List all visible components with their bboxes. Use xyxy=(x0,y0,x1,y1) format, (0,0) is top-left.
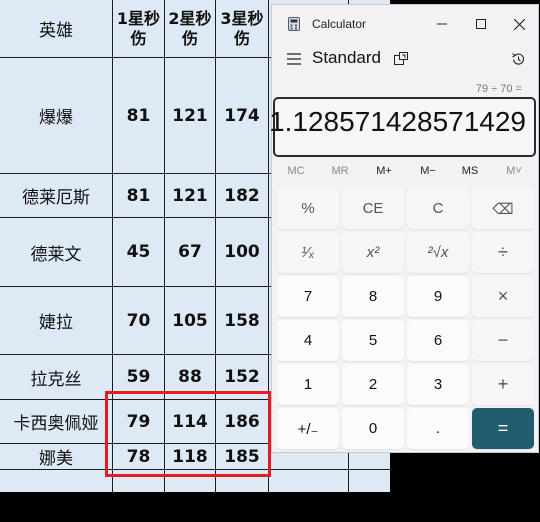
memory-clear-button[interactable]: MC xyxy=(276,165,316,177)
clear-entry-button[interactable]: CE xyxy=(342,188,404,229)
header-2star-dps[interactable]: 2星秒 伤 xyxy=(165,0,215,57)
dps-1star-cell[interactable]: 81 xyxy=(113,58,164,173)
negate-button[interactable]: +/₋ xyxy=(277,408,339,449)
reciprocal-button[interactable]: ¹⁄ₓ xyxy=(277,232,339,273)
hero-name-cell[interactable]: 德莱文 xyxy=(0,218,112,286)
expression-display: 79 ÷ 70 = xyxy=(475,83,522,95)
equals-button[interactable]: = xyxy=(472,408,534,449)
mode-title: Standard xyxy=(312,48,381,67)
memory-recall-button[interactable]: MR xyxy=(320,165,360,177)
grid-line xyxy=(268,0,269,492)
digit-3-button[interactable]: 3 xyxy=(407,364,469,405)
digit-5-button[interactable]: 5 xyxy=(342,320,404,361)
hero-name-cell[interactable]: 德莱厄斯 xyxy=(0,174,112,217)
divide-button[interactable]: ÷ xyxy=(472,232,534,273)
digit-1-button[interactable]: 1 xyxy=(277,364,339,405)
dps-1star-cell[interactable]: 70 xyxy=(113,287,164,354)
keep-on-top-icon xyxy=(394,52,408,65)
minimize-icon xyxy=(437,23,447,25)
header-1star-dps[interactable]: 1星秒 伤 xyxy=(113,0,164,57)
dps-2star-cell[interactable]: 88 xyxy=(165,355,215,399)
hamburger-icon xyxy=(287,53,301,65)
decimal-button[interactable]: . xyxy=(407,408,469,449)
hero-name-cell[interactable]: 爆爆 xyxy=(0,58,112,173)
memory-store-button[interactable]: MS xyxy=(450,165,490,177)
dps-2star-cell[interactable]: 105 xyxy=(165,287,215,354)
grid-line xyxy=(0,469,390,470)
minimize-button[interactable] xyxy=(427,11,457,37)
digit-8-button[interactable]: 8 xyxy=(342,276,404,317)
dps-1star-cell[interactable]: 78 xyxy=(113,444,164,469)
dps-2star-cell[interactable]: 67 xyxy=(165,218,215,286)
memory-subtract-button[interactable]: M− xyxy=(408,165,448,177)
dps-2star-cell[interactable]: 118 xyxy=(165,444,215,469)
result-display: 1.128571428571429 xyxy=(269,97,536,157)
digit-7-button[interactable]: 7 xyxy=(277,276,339,317)
add-button[interactable]: + xyxy=(472,364,534,405)
dps-2star-cell[interactable]: 114 xyxy=(165,400,215,443)
memory-list-button[interactable]: M˅ xyxy=(494,165,534,177)
memory-add-button[interactable]: M+ xyxy=(364,165,404,177)
dps-3star-cell[interactable]: 152 xyxy=(216,355,268,399)
dps-3star-cell[interactable]: 174 xyxy=(216,58,268,173)
digit-9-button[interactable]: 9 xyxy=(407,276,469,317)
hero-name-cell[interactable]: 娜美 xyxy=(0,444,112,469)
header-3star-dps[interactable]: 3星秒 伤 xyxy=(216,0,268,57)
dps-3star-cell[interactable]: 158 xyxy=(216,287,268,354)
close-button[interactable] xyxy=(504,11,534,37)
digit-6-button[interactable]: 6 xyxy=(407,320,469,361)
dps-1star-cell[interactable]: 45 xyxy=(113,218,164,286)
dps-3star-cell[interactable]: 100 xyxy=(216,218,268,286)
digit-0-button[interactable]: 0 xyxy=(342,408,404,449)
history-button[interactable] xyxy=(508,49,528,69)
dps-2star-cell[interactable]: 121 xyxy=(165,174,215,217)
dps-3star-cell[interactable]: 185 xyxy=(216,444,268,469)
backspace-button[interactable]: ⌫ xyxy=(472,188,534,229)
navigation-menu-button[interactable] xyxy=(284,49,304,69)
hero-name-cell[interactable]: 拉克丝 xyxy=(0,355,112,399)
maximize-button[interactable] xyxy=(466,11,496,37)
square-root-button[interactable]: ²√x xyxy=(407,232,469,273)
window-title: Calculator xyxy=(312,17,367,31)
maximize-icon xyxy=(476,19,486,29)
multiply-button[interactable]: × xyxy=(472,276,534,317)
digit-4-button[interactable]: 4 xyxy=(277,320,339,361)
header-hero[interactable]: 英雄 xyxy=(0,0,112,57)
hero-name-cell[interactable]: 婕拉 xyxy=(0,287,112,354)
dps-1star-cell[interactable]: 79 xyxy=(113,400,164,443)
subtract-button[interactable]: − xyxy=(472,320,534,361)
result-value: 1.128571428571429 xyxy=(269,106,526,137)
dps-1star-cell[interactable]: 59 xyxy=(113,355,164,399)
percent-button[interactable]: % xyxy=(277,188,339,229)
clear-button[interactable]: C xyxy=(407,188,469,229)
dps-3star-cell[interactable]: 186 xyxy=(216,400,268,443)
mode-header: Standard xyxy=(272,45,538,75)
dps-2star-cell[interactable]: 121 xyxy=(165,58,215,173)
calculator-window: Calculator Standard 79 ÷ 70 = 1.12857142… xyxy=(269,4,539,453)
hero-name-cell[interactable]: 卡西奥佩娅 xyxy=(0,400,112,443)
digit-2-button[interactable]: 2 xyxy=(342,364,404,405)
calculator-app-icon xyxy=(288,17,300,31)
dps-1star-cell[interactable]: 81 xyxy=(113,174,164,217)
dps-3star-cell[interactable]: 182 xyxy=(216,174,268,217)
square-button[interactable]: x² xyxy=(342,232,404,273)
keep-on-top-button[interactable] xyxy=(392,50,410,68)
close-icon xyxy=(513,18,525,30)
history-icon xyxy=(511,52,524,65)
title-bar[interactable]: Calculator xyxy=(272,5,538,43)
